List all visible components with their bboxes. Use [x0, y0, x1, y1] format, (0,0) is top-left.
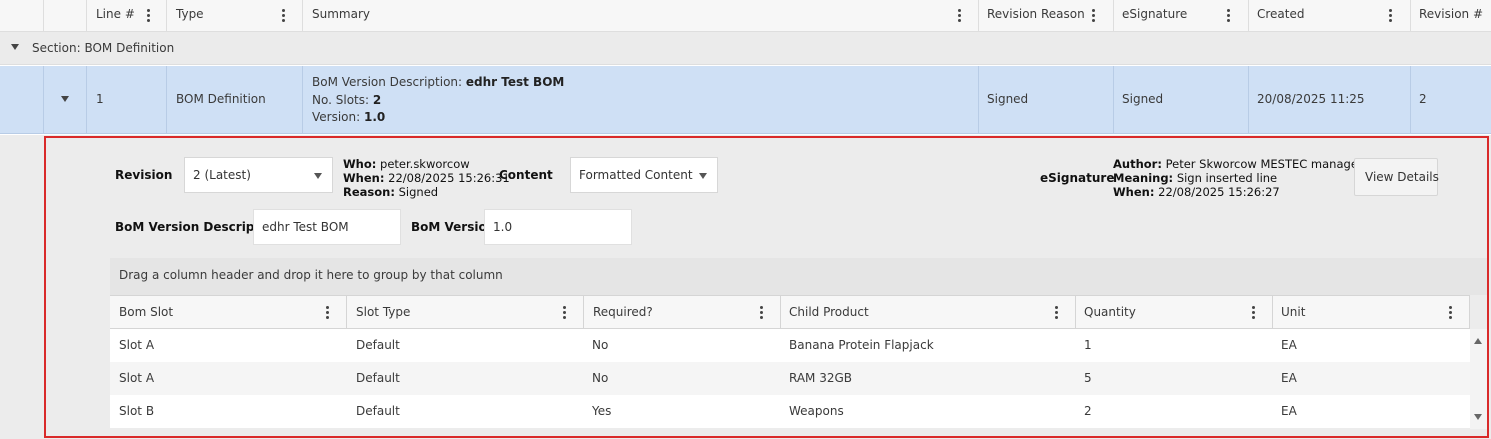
cell-summary: BoM Version Description: edhr Test BOM N…: [303, 66, 979, 134]
summary-description-line: BoM Version Description: edhr Test BOM: [312, 75, 564, 89]
header-summary-label: Summary: [312, 7, 370, 21]
header-summary[interactable]: Summary: [303, 0, 979, 32]
cell-created: 20/08/2025 11:25: [1249, 66, 1411, 134]
section-label: Section: BOM Definition: [32, 41, 175, 55]
section-group-row[interactable]: Section: BOM Definition: [0, 32, 1491, 65]
header-gutter-column: [44, 0, 87, 32]
column-menu-icon[interactable]: [147, 9, 151, 23]
header-line-number-label: Line #: [96, 7, 135, 21]
summary-desc-label: BoM Version Description:: [312, 75, 466, 89]
column-menu-icon[interactable]: [282, 9, 286, 23]
summary-slots-label: No. Slots:: [312, 93, 373, 107]
header-esignature[interactable]: eSignature: [1114, 0, 1249, 32]
header-type-label: Type: [176, 7, 204, 21]
detail-gutter: [0, 135, 44, 439]
column-menu-icon[interactable]: [1092, 9, 1096, 23]
cell-esignature: Signed: [1114, 66, 1249, 134]
highlight-box: [44, 136, 1489, 438]
expand-caret-icon[interactable]: [61, 96, 69, 102]
header-revision-number-label: Revision #: [1419, 7, 1484, 21]
summary-version-value: 1.0: [363, 110, 386, 124]
header-revision-reason-label: Revision Reason: [987, 7, 1085, 21]
collapse-caret-icon[interactable]: [11, 44, 19, 50]
cell-revision-number: 2: [1411, 66, 1491, 134]
summary-desc-value: edhr Test BOM: [465, 75, 565, 89]
grid-header: Line # Type Summary Revision Reason eSig…: [0, 0, 1491, 32]
cell-revision-reason: Signed: [979, 66, 1114, 134]
created-value: 20/08/2025 11:25: [1257, 92, 1365, 106]
summary-version-line: Version: 1.0: [312, 110, 385, 124]
type-value: BOM Definition: [176, 92, 266, 106]
cell-line-number: 1: [87, 66, 167, 134]
header-line-number[interactable]: Line #: [87, 0, 167, 32]
summary-slots-value: 2: [372, 93, 382, 107]
header-created[interactable]: Created: [1249, 0, 1411, 32]
line-number-value: 1: [96, 92, 104, 106]
header-expand-column: [0, 0, 44, 32]
table-row[interactable]: 1 BOM Definition BoM Version Description…: [0, 66, 1491, 134]
header-revision-number[interactable]: Revision #: [1411, 0, 1491, 32]
header-esignature-label: eSignature: [1122, 7, 1188, 21]
revision-number-value: 2: [1419, 92, 1427, 106]
header-type[interactable]: Type: [167, 0, 303, 32]
header-revision-reason[interactable]: Revision Reason: [979, 0, 1114, 32]
column-menu-icon[interactable]: [1227, 9, 1231, 23]
revision-reason-value: Signed: [987, 92, 1029, 106]
cell-type: BOM Definition: [167, 66, 303, 134]
summary-slots-line: No. Slots: 2: [312, 93, 381, 107]
esignature-value: Signed: [1122, 92, 1164, 106]
summary-version-label: Version:: [312, 110, 364, 124]
column-menu-icon[interactable]: [958, 9, 962, 23]
header-created-label: Created: [1257, 7, 1305, 21]
column-menu-icon[interactable]: [1389, 9, 1393, 23]
row-gutter: [0, 66, 44, 134]
